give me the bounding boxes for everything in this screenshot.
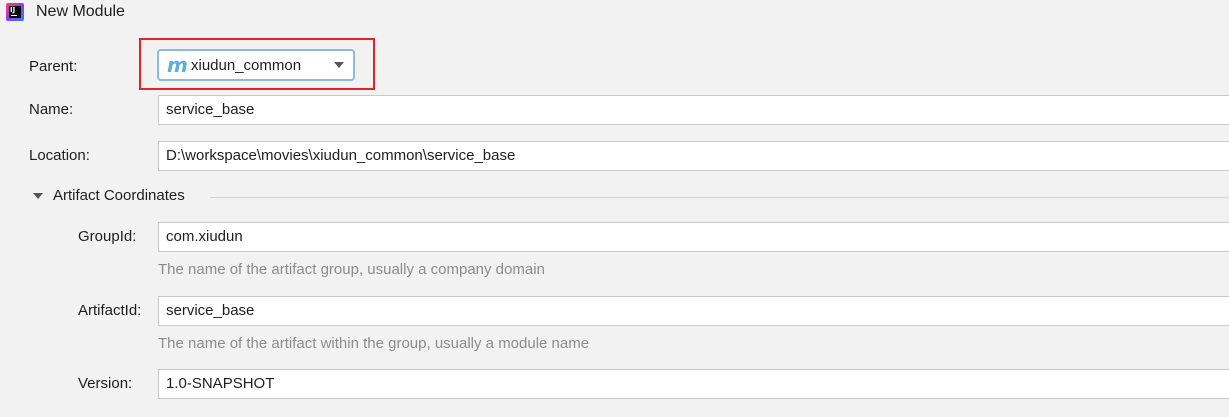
groupid-hint: The name of the artifact group, usually … <box>158 261 545 278</box>
intellij-idea-icon: IJ <box>6 3 24 21</box>
artifactid-hint: The name of the artifact within the grou… <box>158 335 590 352</box>
parent-select-value: xiudun_common <box>191 57 302 74</box>
version-input[interactable]: 1.0-SNAPSHOT <box>158 369 1229 399</box>
name-input[interactable]: service_base <box>158 95 1229 125</box>
artifactid-input[interactable]: service_base <box>158 296 1229 326</box>
parent-select[interactable]: m xiudun_common <box>157 49 355 81</box>
location-label: Location: <box>29 147 90 164</box>
artifact-section-title[interactable]: Artifact Coordinates <box>53 186 185 206</box>
collapse-triangle-icon[interactable] <box>33 193 43 199</box>
section-divider <box>210 197 1229 198</box>
title-bar: IJ New Module <box>0 0 1229 24</box>
groupid-label: GroupId: <box>78 228 137 245</box>
version-label: Version: <box>78 375 133 392</box>
window-title: New Module <box>36 3 125 20</box>
artifactid-label: ArtifactId: <box>78 302 142 319</box>
name-label: Name: <box>29 101 74 118</box>
maven-module-icon: m <box>167 53 188 77</box>
groupid-input[interactable]: com.xiudun <box>158 222 1229 252</box>
chevron-down-icon[interactable] <box>334 62 344 68</box>
parent-label: Parent: <box>29 58 78 75</box>
app-icon-text: IJ <box>10 6 16 14</box>
location-input[interactable]: D:\workspace\movies\xiudun_common\servic… <box>158 141 1229 171</box>
